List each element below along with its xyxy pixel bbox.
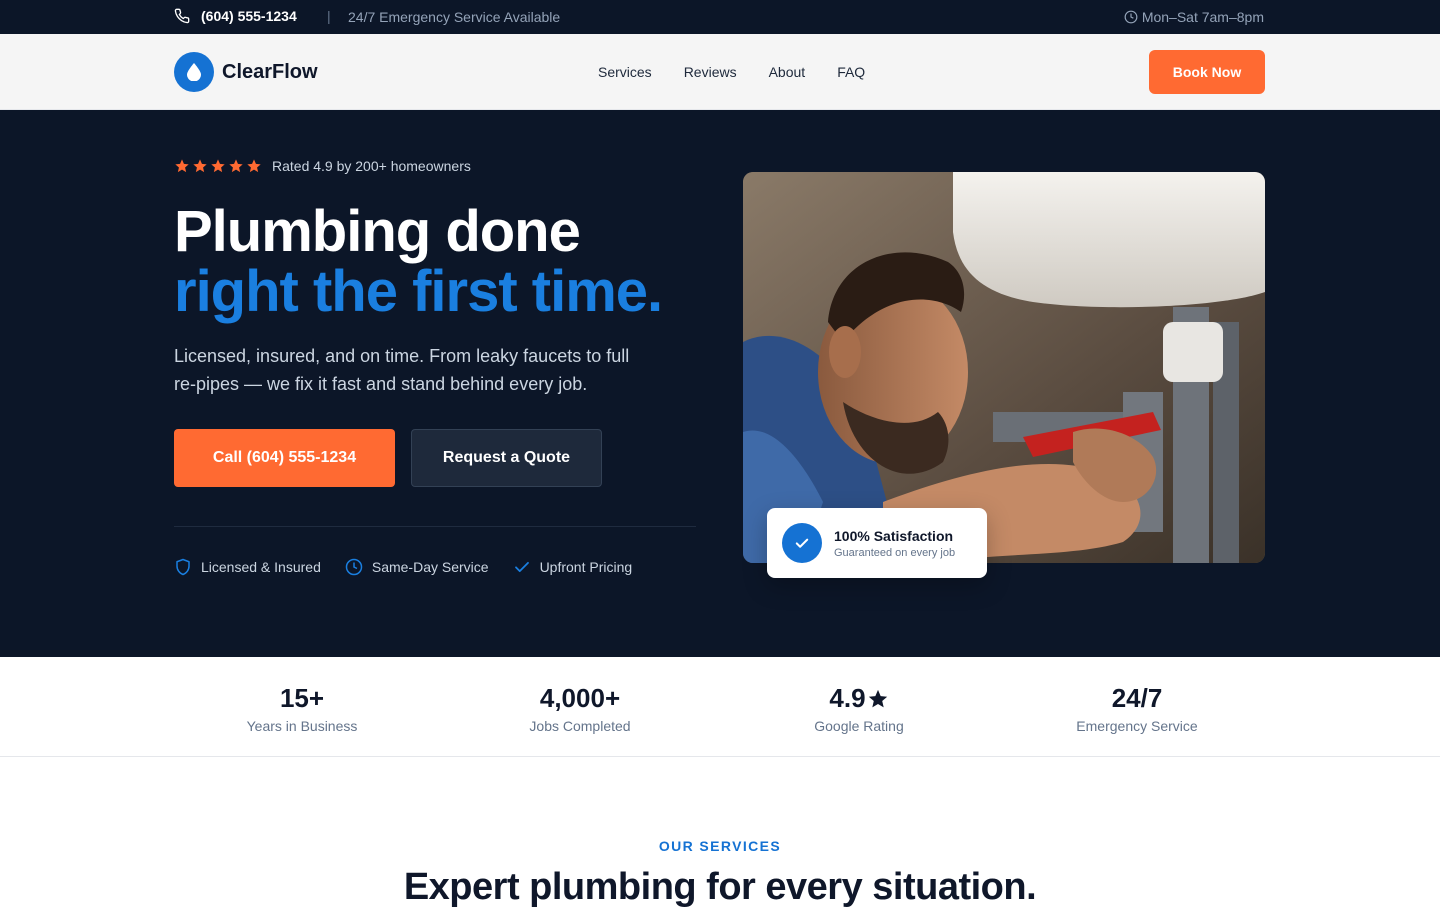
- stat-rating: 4.9 Google Rating: [749, 683, 969, 734]
- stat-label: Jobs Completed: [529, 718, 631, 734]
- feature-same-day: Same-Day Service: [345, 558, 489, 576]
- star-icon: [211, 159, 225, 173]
- stat-label: Emergency Service: [1076, 718, 1198, 734]
- topbar-hours: Mon–Sat 7am–8pm: [1124, 9, 1264, 25]
- feature-licensed: Licensed & Insured: [174, 558, 321, 576]
- headline-line-2: right the first time.: [174, 259, 663, 324]
- check-icon: [514, 561, 529, 573]
- nav-link-faq[interactable]: FAQ: [837, 64, 865, 80]
- stat-years: 15+ Years in Business: [192, 683, 412, 734]
- topbar-phone-link[interactable]: (604) 555-1234: [174, 8, 297, 24]
- feature-upfront-pricing: Upfront Pricing: [513, 558, 633, 576]
- star-icon: [193, 159, 207, 173]
- badge-check-circle: [782, 523, 822, 563]
- star-icon: [868, 689, 887, 707]
- feature-label: Same-Day Service: [371, 559, 489, 575]
- star-icon: [175, 159, 189, 173]
- stat-value: 4.9: [749, 683, 969, 714]
- book-now-button[interactable]: Book Now: [1149, 50, 1265, 94]
- star-icon: [229, 159, 243, 173]
- nav-link-reviews[interactable]: Reviews: [684, 64, 737, 80]
- hero-subtext: Licensed, insured, and on time. From lea…: [174, 346, 630, 394]
- phone-icon: [174, 8, 190, 24]
- headline-line-1: Plumbing done: [174, 199, 581, 264]
- stat-value: 15+: [192, 683, 412, 714]
- nav-link-about[interactable]: About: [769, 64, 806, 80]
- stat-value: 24/7: [1027, 683, 1247, 714]
- badge-subtitle: Guaranteed on every job: [834, 546, 956, 559]
- brand-name: ClearFlow: [222, 60, 318, 83]
- topbar-hours-text: Mon–Sat 7am–8pm: [1141, 9, 1264, 25]
- satisfaction-badge: 100% Satisfaction Guaranteed on every jo…: [767, 508, 987, 578]
- topbar-emergency-text: 24/7 Emergency Service Available: [348, 9, 561, 25]
- clock-icon: [1124, 10, 1138, 24]
- star-rating: [174, 158, 264, 174]
- stats-bar: 15+ Years in Business 4,000+ Jobs Comple…: [0, 657, 1440, 757]
- top-bar: (604) 555-1234 | 24/7 Emergency Service …: [0, 0, 1440, 34]
- call-phone-button[interactable]: Call (604) 555-1234: [174, 429, 395, 487]
- shield-icon: [176, 558, 190, 576]
- services-title: Expert plumbing for every situation.: [403, 866, 1037, 908]
- stat-number: 24/7: [1111, 683, 1163, 713]
- badge-text: 100% Satisfaction Guaranteed on every jo…: [834, 528, 955, 559]
- main-nav: ClearFlow Services Reviews About FAQ Boo…: [0, 34, 1440, 110]
- hero-features: Licensed & Insured Same-Day Service Upfr…: [174, 558, 656, 576]
- stat-number: 15+: [279, 683, 325, 713]
- nav-link-services[interactable]: Services: [598, 64, 652, 80]
- plumber-illustration: [743, 172, 1265, 563]
- hero-headline: Plumbing done right the first time.: [174, 199, 663, 324]
- topbar-phone-number: (604) 555-1234: [201, 8, 297, 24]
- water-drop-icon: [187, 63, 201, 81]
- request-quote-button[interactable]: Request a Quote: [411, 429, 602, 487]
- check-icon: [795, 538, 809, 548]
- feature-label: Licensed & Insured: [201, 559, 321, 575]
- star-icon: [247, 159, 261, 173]
- nav-menu: Services Reviews About FAQ: [598, 64, 897, 80]
- topbar-separator: |: [327, 8, 331, 24]
- stat-label: Google Rating: [814, 718, 904, 734]
- rating-text: Rated 4.9 by 200+ homeowners: [272, 158, 471, 174]
- services-kicker: OUR SERVICES: [658, 838, 782, 854]
- stat-number: 4.9: [829, 683, 866, 713]
- stat-label: Years in Business: [246, 718, 358, 734]
- stat-jobs: 4,000+ Jobs Completed: [470, 683, 690, 734]
- brand-logo[interactable]: ClearFlow: [174, 52, 318, 92]
- badge-title: 100% Satisfaction: [834, 527, 954, 544]
- plumber-photo: [743, 172, 1265, 563]
- stat-value: 4,000+: [470, 683, 690, 714]
- stat-emergency: 24/7 Emergency Service: [1027, 683, 1247, 734]
- hero-divider: [174, 526, 696, 527]
- hero-rating: Rated 4.9 by 200+ homeowners: [174, 158, 471, 174]
- clock-icon: [345, 558, 363, 576]
- hero-section: Rated 4.9 by 200+ homeowners Plumbing do…: [0, 110, 1440, 657]
- stat-number: 4,000+: [539, 683, 621, 713]
- feature-label: Upfront Pricing: [539, 559, 633, 575]
- logo-mark: [174, 52, 214, 92]
